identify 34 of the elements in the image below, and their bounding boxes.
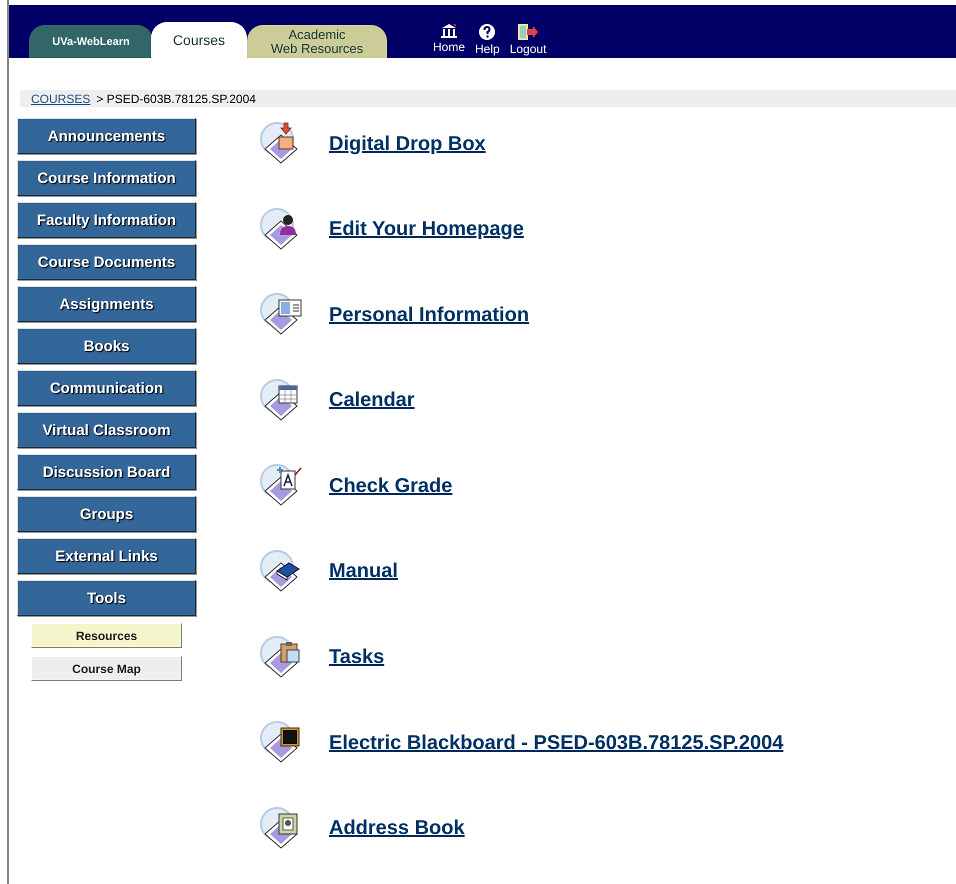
- tool-link[interactable]: Tasks: [329, 646, 384, 670]
- menu-button[interactable]: External Links: [17, 538, 196, 574]
- tool-link[interactable]: Calendar: [329, 389, 415, 412]
- breadcrumb-link[interactable]: COURSES: [31, 92, 90, 106]
- nav-tab[interactable]: Academic Web Resources: [247, 25, 387, 58]
- menu-button[interactable]: Tools: [17, 580, 196, 616]
- help-icon: [478, 23, 496, 41]
- nav-tab[interactable]: UVa-WebLearn: [29, 25, 153, 58]
- header-link[interactable]: Help: [473, 23, 502, 56]
- breadcrumb-current: > PSED-603B.78125.SP.2004: [96, 92, 256, 106]
- menu-button[interactable]: Course Documents: [17, 244, 196, 280]
- submenu-button[interactable]: Course Map: [31, 656, 182, 681]
- door-exit-icon: [517, 23, 540, 41]
- tool-link[interactable]: Check Grade: [329, 474, 452, 498]
- menu-button[interactable]: Communication: [17, 370, 196, 406]
- menu-button[interactable]: Discussion Board: [17, 454, 196, 490]
- menu-button[interactable]: Virtual Classroom: [17, 412, 196, 448]
- tool-link[interactable]: Address Book: [329, 817, 465, 840]
- menu-button[interactable]: Assignments: [17, 286, 196, 322]
- menu-button[interactable]: Course Information: [17, 160, 196, 196]
- header-link[interactable]: Home: [431, 23, 468, 56]
- tool-link[interactable]: Manual: [329, 560, 398, 584]
- tool-link[interactable]: Edit Your Homepage: [329, 218, 524, 242]
- nav-tab[interactable]: Courses: [151, 22, 247, 58]
- menu-button[interactable]: Faculty Information: [17, 202, 196, 238]
- tool-link[interactable]: Electric Blackboard - PSED-603B.78125.SP.2004: [329, 732, 784, 755]
- tool-link[interactable]: Digital Drop Box: [329, 132, 486, 156]
- header-link[interactable]: Logout: [508, 23, 548, 56]
- building-icon: [440, 23, 458, 39]
- menu-button[interactable]: Announcements: [17, 118, 196, 154]
- menu-button[interactable]: Groups: [17, 496, 196, 532]
- tool-link[interactable]: Personal Information: [329, 304, 530, 327]
- submenu-button[interactable]: Resources: [31, 623, 182, 648]
- menu-button[interactable]: Books: [17, 328, 196, 364]
